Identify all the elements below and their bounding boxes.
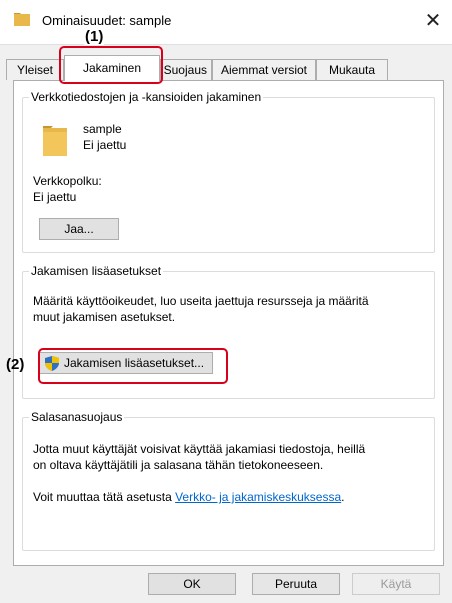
close-icon: ✕ — [424, 10, 442, 32]
network-path-value: Ei jaettu — [33, 190, 77, 204]
advanced-description-line1: Määritä käyttöoikeudet, luo useita jaett… — [33, 294, 369, 308]
network-path-label: Verkkopolku: — [33, 174, 102, 188]
sharing-panel: Verkkotiedostojen ja -kansioiden jakamin… — [13, 80, 444, 566]
folder-icon — [14, 13, 30, 26]
folder-name: sample — [83, 122, 122, 136]
ok-button[interactable]: OK — [148, 573, 236, 595]
dialog-body: Yleiset Jakaminen Suojaus Aiemmat versio… — [0, 44, 452, 603]
tab-general[interactable]: Yleiset — [6, 59, 64, 80]
password-description-line2: on oltava käyttäjätili ja salasana tähän… — [33, 458, 324, 472]
network-center-link[interactable]: Verkko- ja jakamiskeskuksessa — [175, 490, 341, 504]
share-button[interactable]: Jaa... — [39, 218, 119, 240]
password-description-line1: Jotta muut käyttäjät voisivat käyttää ja… — [33, 442, 366, 456]
group-title: Verkkotiedostojen ja -kansioiden jakamin… — [29, 90, 264, 104]
tab-security[interactable]: Suojaus — [160, 59, 212, 80]
tab-customize[interactable]: Mukauta — [316, 59, 388, 80]
apply-button[interactable]: Käytä — [352, 573, 440, 595]
advanced-description-line2: muut jakamisen asetukset. — [33, 310, 176, 324]
network-sharing-group: Verkkotiedostojen ja -kansioiden jakamin… — [22, 90, 435, 253]
folder-icon — [43, 126, 67, 156]
password-protection-group: Salasanasuojaus Jotta muut käyttäjät voi… — [22, 410, 435, 551]
group-title: Salasanasuojaus — [29, 410, 125, 424]
callout-label-1: (1) — [84, 28, 105, 45]
callout-box-advanced-button — [38, 348, 228, 384]
group-title: Jakamisen lisäasetukset — [29, 264, 164, 278]
tab-previous-versions[interactable]: Aiemmat versiot — [212, 59, 316, 80]
cancel-button[interactable]: Peruuta — [252, 573, 340, 595]
change-setting-text: Voit muuttaa tätä asetusta Verkko- ja ja… — [33, 490, 345, 504]
window-title: Ominaisuudet: sample — [42, 13, 172, 28]
title-bar: Ominaisuudet: sample ✕ — [0, 0, 452, 44]
folder-status: Ei jaettu — [83, 138, 127, 152]
callout-box-sharing-tab — [59, 46, 163, 84]
close-button[interactable]: ✕ — [418, 4, 448, 38]
callout-label-2: (2) — [6, 356, 25, 373]
